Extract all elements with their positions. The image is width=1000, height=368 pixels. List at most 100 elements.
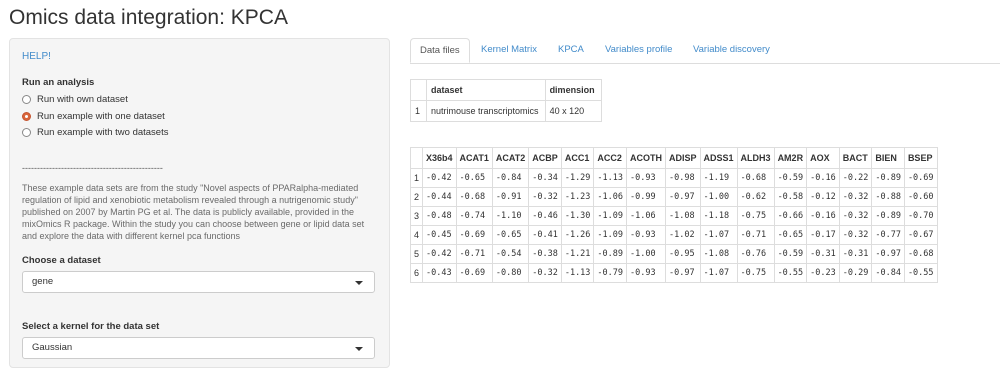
column-header: ALDH3 (736, 147, 775, 169)
radio-label: Run with own dataset (37, 94, 128, 105)
table-cell: -0.95 (665, 244, 701, 264)
column-header: dimension (544, 79, 602, 101)
help-link[interactable]: HELP! (22, 51, 51, 62)
radio-two-datasets[interactable]: Run example with two datasets (22, 127, 168, 138)
kernel-label: Select a kernel for the data set (22, 321, 160, 332)
table-cell: -0.74 (455, 206, 493, 226)
radio-checked-icon[interactable] (22, 112, 31, 121)
table-cell: -0.55 (903, 263, 938, 283)
table-cell: -0.62 (736, 187, 775, 207)
table-cell: -1.29 (560, 168, 595, 188)
table-cell: -0.79 (593, 263, 628, 283)
table-cell: -0.31 (838, 244, 873, 264)
column-header: ACC2 (593, 147, 628, 169)
table-cell: -0.16 (806, 168, 840, 188)
separator-text: ----------------------------------------… (22, 163, 163, 173)
sidebar-panel: HELP! Run an analysis Run with own datas… (9, 38, 390, 368)
tab-variables-profile[interactable]: Variables profile (605, 38, 672, 62)
radio-icon[interactable] (22, 128, 31, 137)
dataset-label: Choose a dataset (22, 255, 101, 266)
table-cell: -0.75 (736, 263, 775, 283)
table-cell: -0.22 (838, 168, 873, 188)
table-cell: -0.65 (455, 168, 493, 188)
table-cell: -0.80 (491, 263, 530, 283)
dataset-select-value: gene (32, 276, 54, 287)
table-cell: -0.38 (528, 244, 562, 264)
radio-label: Run example with two datasets (37, 127, 169, 138)
table-cell: -0.89 (871, 206, 905, 226)
table-cell: -1.02 (665, 225, 701, 245)
table-cell: -0.42 (422, 244, 457, 264)
table-cell: -0.93 (626, 225, 667, 245)
chevron-down-icon (355, 281, 363, 285)
table-cell: -0.84 (491, 168, 530, 188)
table-cell: -0.97 (871, 244, 905, 264)
page-title: Omics data integration: KPCA (9, 6, 288, 29)
table-cell: -0.32 (838, 187, 873, 207)
tab-data-files[interactable]: Data files (410, 38, 470, 63)
table-row: 3 -0.48 -0.74 -1.10 -0.46 -1.30 -1.09 -1.06 -1.0… (409, 206, 938, 226)
table-cell: -0.89 (871, 168, 905, 188)
table-row: 5 -0.42 -0.71 -0.54 -0.38 -1.21 -0.89 -1.00 -0.9… (409, 244, 938, 264)
table-cell: -0.58 (773, 187, 808, 207)
table-cell: -0.89 (593, 244, 628, 264)
table-cell: -1.23 (560, 187, 595, 207)
table-cell: -0.67 (903, 225, 938, 245)
table-cell: -0.48 (422, 206, 457, 226)
table-cell: -0.69 (455, 225, 493, 245)
table-cell: -1.06 (593, 187, 628, 207)
table-cell: 40 x 120 (544, 100, 602, 122)
table-cell: -0.23 (806, 263, 840, 283)
table-cell: -0.59 (773, 168, 808, 188)
row-number: 4 (409, 225, 424, 245)
table-cell: -0.93 (626, 263, 667, 283)
table-cell: -1.30 (560, 206, 595, 226)
table-cell: -0.42 (422, 168, 457, 188)
kernel-select[interactable]: Gaussian (22, 337, 375, 359)
tab-bar: Data files Kernel Matrix KPCA Variables … (410, 38, 1000, 64)
tab-variable-discovery[interactable]: Variable discovery (693, 38, 770, 62)
table-cell: -1.13 (593, 168, 628, 188)
row-number: 2 (409, 187, 424, 207)
table-cell: -0.43 (422, 263, 457, 283)
tab-kpca[interactable]: KPCA (558, 38, 584, 62)
table-cell: -0.31 (806, 244, 840, 264)
tab-kernel-matrix[interactable]: Kernel Matrix (481, 38, 537, 62)
kernel-select-value: Gaussian (32, 342, 73, 353)
example-description: These example data sets are from the stu… (22, 183, 365, 241)
table-cell: -1.10 (491, 206, 530, 226)
table-cell: -0.44 (422, 187, 457, 207)
radio-one-dataset[interactable]: Run example with one dataset (22, 111, 165, 122)
chevron-down-icon (355, 347, 363, 351)
table-cell: -1.06 (626, 206, 667, 226)
row-number: 3 (409, 206, 424, 226)
radio-own-dataset[interactable]: Run with own dataset (22, 94, 128, 105)
table-cell: -0.68 (455, 187, 493, 207)
table-row: 1 -0.42 -0.65 -0.84 -0.34 -1.29 -1.13 -0.93 -0.9… (409, 168, 938, 188)
table-cell: -0.32 (528, 187, 562, 207)
radio-icon[interactable] (22, 95, 31, 104)
table-cell: -0.76 (736, 244, 775, 264)
column-header: ADSS1 (699, 147, 738, 169)
row-number: 5 (409, 244, 424, 264)
column-header: ACAT2 (491, 147, 530, 169)
table-cell: -1.07 (699, 263, 738, 283)
table-cell: -1.13 (560, 263, 595, 283)
table-cell: -0.34 (528, 168, 562, 188)
table-cell: -0.91 (491, 187, 530, 207)
column-header: BACT (838, 147, 873, 169)
table-cell: -0.41 (528, 225, 562, 245)
table-cell: -0.71 (455, 244, 493, 264)
table-cell: -0.68 (903, 244, 938, 264)
dataset-select[interactable]: gene (22, 271, 375, 293)
table-cell: -1.09 (593, 225, 628, 245)
table-cell: -0.84 (871, 263, 905, 283)
table-cell: -0.65 (773, 225, 808, 245)
table-cell: -0.32 (838, 206, 873, 226)
table-cell: -0.97 (665, 187, 701, 207)
table-cell: -0.69 (455, 263, 493, 283)
table-cell: -0.71 (736, 225, 775, 245)
row-number: 1 (409, 100, 428, 122)
column-header: ACOTH (626, 147, 667, 169)
radio-label: Run example with one dataset (37, 111, 165, 122)
